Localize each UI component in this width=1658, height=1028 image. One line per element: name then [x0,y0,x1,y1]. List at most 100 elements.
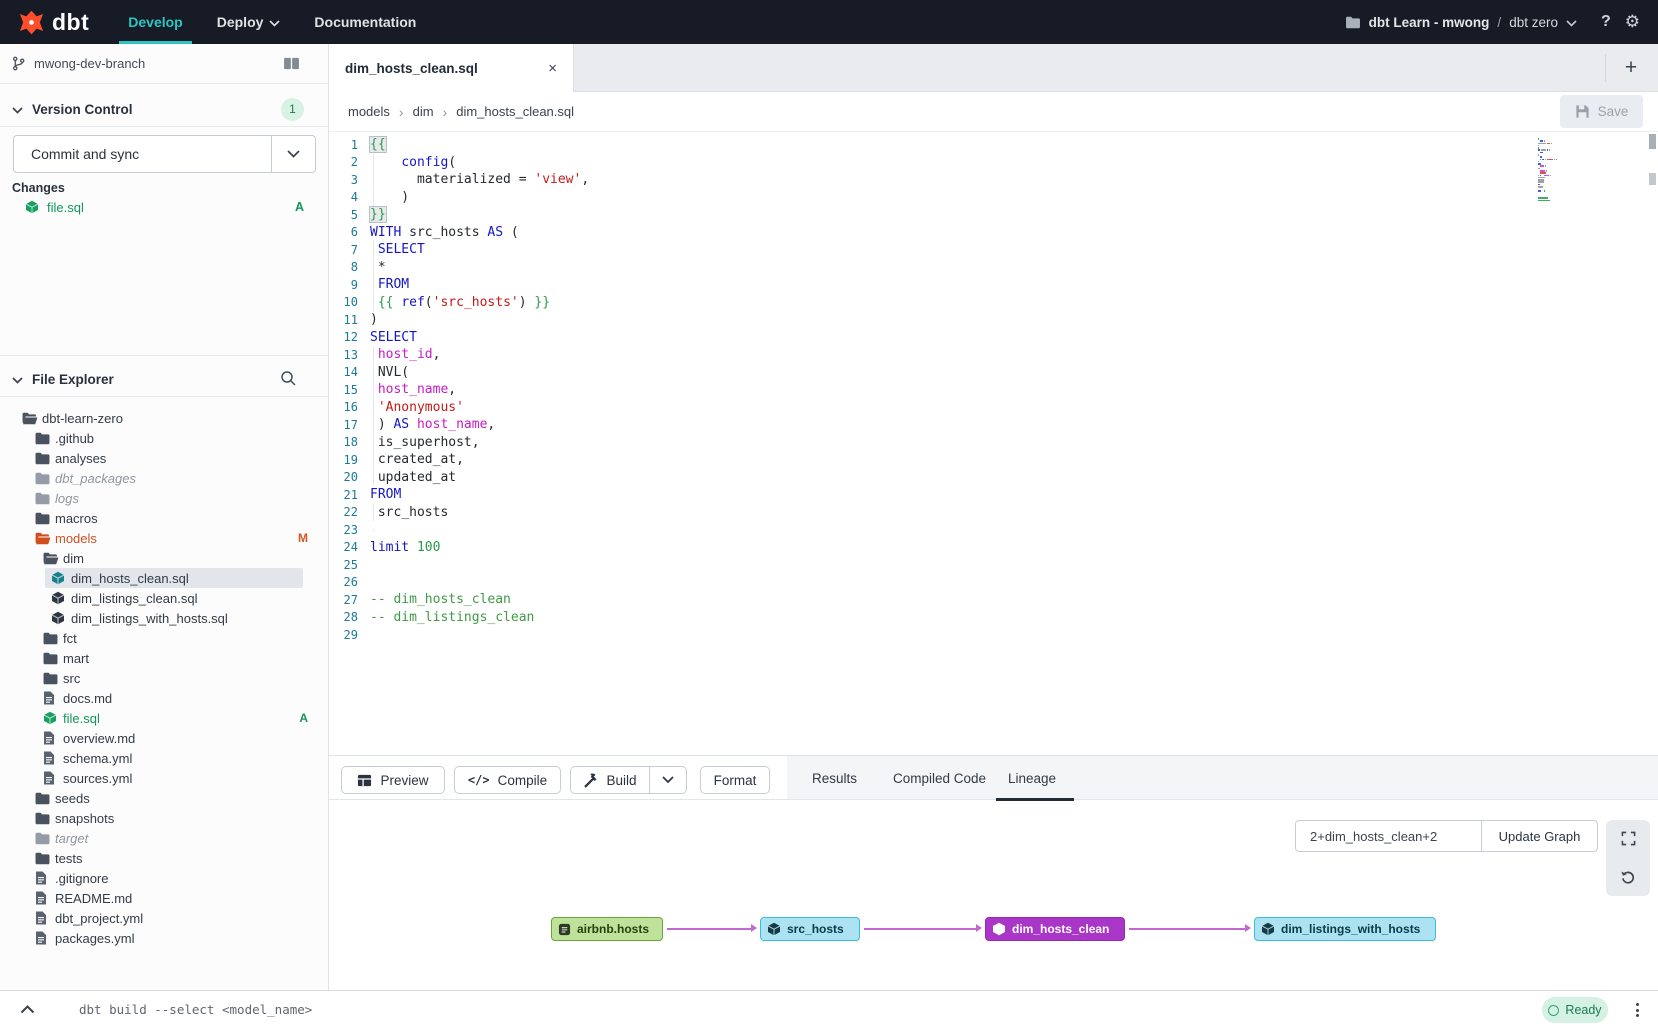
file-tree-item[interactable]: dbt-learn-zero [0,408,328,428]
file-tree-item[interactable]: dbt_packages [0,468,328,488]
editor-tab[interactable]: dim_hosts_clean.sql × [329,44,574,92]
code-line[interactable]: -- dim_hosts_clean [370,592,511,607]
file-tree-item[interactable]: src [0,668,328,688]
code-line[interactable]: created_at, [370,452,464,467]
nav-develop[interactable]: Develop [111,0,199,44]
tab-compiled-code[interactable]: Compiled Code [893,756,986,800]
chevron-up-icon[interactable] [20,1005,35,1014]
update-graph-button[interactable]: Update Graph [1481,821,1597,851]
file-explorer-header[interactable]: File Explorer [0,362,328,396]
file-tree-item[interactable]: analyses [0,448,328,468]
file-tree-item[interactable]: packages.yml [0,928,328,948]
minimap[interactable] [1538,138,1570,204]
file-tree-item[interactable]: docs.md [0,688,328,708]
version-control-title: Version Control [32,102,133,117]
code-line[interactable]: -- dim_listings_clean [370,610,534,625]
build-button[interactable]: Build [570,766,650,794]
fullscreen-icon[interactable] [1621,831,1636,846]
file-tree-item[interactable]: overview.md [0,728,328,748]
dbt-logo[interactable]: dbt [0,9,111,36]
close-tab-icon[interactable]: × [548,60,557,77]
file-tree-item[interactable]: dim_listings_with_hosts.sql [0,608,328,628]
docs-book-icon[interactable] [283,57,300,70]
code-line[interactable]: FROM [370,277,409,292]
file-tree-item[interactable]: dim_hosts_clean.sql [0,568,328,588]
file-tree-item[interactable]: sources.yml [0,768,328,788]
nav-deploy[interactable]: Deploy [200,0,298,44]
file-tree-item[interactable]: dim [0,548,328,568]
file-tree-item[interactable]: dim_listings_clean.sql [0,588,328,608]
file-tree-item[interactable]: mart [0,648,328,668]
file-tree-item[interactable]: .gitignore [0,868,328,888]
file-tree-item[interactable]: seeds [0,788,328,808]
command-input[interactable]: dbt build --select <model_name> [79,1002,312,1017]
file-tree-item[interactable]: .github [0,428,328,448]
format-button[interactable]: Format [700,766,770,794]
code-line[interactable]: host_name, [370,382,456,397]
code-line[interactable]: ) AS host_name, [370,417,495,432]
file-tree-item[interactable]: schema.yml [0,748,328,768]
breadcrumb-models[interactable]: models [348,104,390,119]
settings-gear-icon[interactable]: ⚙ [1625,12,1640,32]
new-tab-button[interactable]: + [1618,55,1644,81]
tab-lineage[interactable]: Lineage [1008,756,1056,800]
commit-options-dropdown[interactable] [271,136,315,172]
build-options-dropdown[interactable] [649,766,687,794]
edge-arrowhead [976,924,982,932]
file-name: dbt_packages [55,471,136,486]
code-line[interactable]: WITH src_hosts AS ( [370,225,519,240]
code-line[interactable]: {{ ref('src_hosts') }} [370,295,550,310]
lineage-selector-input[interactable] [1296,821,1481,851]
file-tree-item[interactable]: snapshots [0,808,328,828]
code-line[interactable]: src_hosts [370,505,448,520]
file-tree-item[interactable]: fct [0,628,328,648]
code-line[interactable]: SELECT [370,330,417,345]
file-tree-item[interactable]: modelsM [0,528,328,548]
tab-results[interactable]: Results [812,756,857,800]
commit-and-sync-button[interactable]: Commit and sync [13,135,316,173]
code-line[interactable]: materialized = 'view', [370,172,589,187]
code-line[interactable]: NVL( [370,365,409,380]
code-line[interactable]: {{ [370,137,386,152]
code-line[interactable]: 'Anonymous' [370,400,464,415]
code-line[interactable]: * [370,260,386,275]
file-tree-item[interactable]: macros [0,508,328,528]
help-icon[interactable]: ? [1601,13,1611,31]
changed-file-row[interactable]: file.sql A [0,196,328,218]
preview-button[interactable]: Preview [341,766,445,794]
code-line[interactable]: }} [370,207,386,222]
code-line[interactable]: updated_at [370,470,456,485]
line-number: 26 [329,575,358,589]
code-line[interactable]: SELECT [370,242,425,257]
file-tree-item[interactable]: logs [0,488,328,508]
code-editor[interactable]: 1{{2 config(3 materialized = 'view',4 )5… [329,132,1658,755]
save-button[interactable]: Save [1560,95,1643,128]
code-line[interactable]: config( [370,155,456,170]
code-line[interactable]: is_superhost, [370,435,480,450]
file-tree-item[interactable]: target [0,828,328,848]
overflow-menu-icon[interactable] [1630,998,1644,1022]
nav-documentation[interactable]: Documentation [297,0,433,44]
lineage-node[interactable]: dim_listings_with_hosts [1254,917,1436,941]
code-line[interactable]: FROM [370,487,401,502]
lineage-node[interactable]: dim_hosts_clean [985,917,1125,941]
file-tree-item[interactable]: README.md [0,888,328,908]
compile-button[interactable]: </> Compile [454,766,561,794]
reset-view-icon[interactable] [1620,869,1636,885]
lineage-node[interactable]: airbnb.hosts [551,917,663,941]
file-tree-item[interactable]: dbt_project.yml [0,908,328,928]
search-icon[interactable] [280,370,296,389]
breadcrumb-file[interactable]: dim_hosts_clean.sql [456,104,574,119]
project-selector[interactable]: dbt Learn - mwong / dbt zero [1345,15,1577,30]
file-tree-item[interactable]: file.sqlA [0,708,328,728]
format-label: Format [714,773,757,788]
file-tree-item[interactable]: tests [0,848,328,868]
code-line[interactable]: ) [370,190,409,205]
code-line[interactable]: limit 100 [370,540,440,555]
breadcrumb-dim[interactable]: dim [413,104,434,119]
editor-scrollbar[interactable] [1648,132,1656,755]
version-control-header[interactable]: Version Control 1 [0,92,328,126]
code-line[interactable]: host_id, [370,347,440,362]
lineage-node[interactable]: src_hosts [760,917,860,941]
code-line[interactable]: ) [370,312,378,327]
